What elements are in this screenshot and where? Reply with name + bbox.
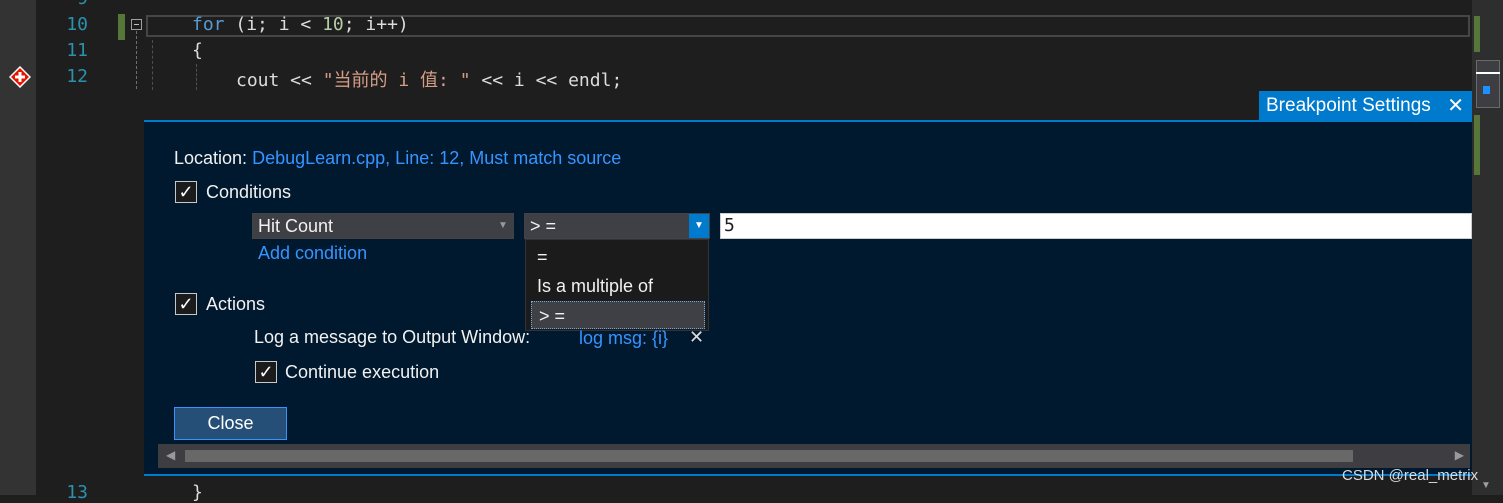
code-text: (i; i < xyxy=(224,14,323,35)
code-number: 10 xyxy=(322,14,344,35)
actions-checkbox[interactable]: ✓ xyxy=(175,293,197,315)
code-keyword: for xyxy=(192,14,225,35)
line-number: 11 xyxy=(66,40,88,61)
code-text: << i << endl; xyxy=(470,70,623,91)
line-number: 10 xyxy=(66,14,88,35)
line-number: 9 xyxy=(77,0,88,9)
scroll-down-icon[interactable]: ▼ xyxy=(1481,480,1491,491)
condition-type-select[interactable]: Hit Count ▼ xyxy=(252,213,514,239)
close-icon[interactable]: ✕ xyxy=(1447,91,1464,121)
add-condition-link[interactable]: Add condition xyxy=(258,243,367,264)
conditions-label: Conditions xyxy=(206,182,292,202)
condition-value-input[interactable]: 5 xyxy=(720,213,1472,239)
chevron-down-icon[interactable]: ▼ xyxy=(493,214,513,238)
condition-operator-value: > = xyxy=(530,216,557,236)
code-string: "当前的 i 值: " xyxy=(322,70,471,91)
chevron-down-icon[interactable]: ▼ xyxy=(689,214,709,238)
conditional-breakpoint-icon[interactable] xyxy=(9,66,31,88)
dropdown-option-multiple[interactable]: Is a multiple of xyxy=(526,272,708,300)
dropdown-option-equals[interactable]: = xyxy=(526,243,708,271)
horizontal-scrollbar-thumb[interactable] xyxy=(185,450,1353,462)
code-line-11[interactable]: { xyxy=(192,40,203,61)
line-number: 13 xyxy=(66,482,88,503)
continue-execution-label: Continue execution xyxy=(285,362,440,382)
breakpoint-settings-tab: Breakpoint Settings ✕ xyxy=(1259,91,1472,121)
code-line-10[interactable]: for (i; i < 10; i++) xyxy=(192,14,409,35)
indent-guide xyxy=(196,64,198,90)
code-line-12[interactable]: cout << "当前的 i 值: " << i << endl; xyxy=(236,66,622,92)
location-row: Location: DebugLearn.cpp, Line: 12, Must… xyxy=(174,148,621,169)
remove-action-icon[interactable]: ✕ xyxy=(689,327,704,348)
collapse-toggle-icon[interactable] xyxy=(131,19,142,30)
line-number: 12 xyxy=(66,66,88,87)
change-indicator xyxy=(118,14,125,40)
actions-label: Actions xyxy=(206,294,266,314)
glyph-margin[interactable] xyxy=(0,0,36,495)
watermark: CSDN @real_metrix xyxy=(1342,467,1479,484)
location-link[interactable]: DebugLearn.cpp, Line: 12, Must match sou… xyxy=(252,148,621,168)
peek-title: Breakpoint Settings xyxy=(1266,95,1431,116)
code-text: ; i++) xyxy=(343,14,409,35)
breakpoint-settings-panel xyxy=(144,120,1472,476)
continue-execution-checkbox[interactable]: ✓ xyxy=(255,361,277,383)
log-message-label: Log a message to Output Window: xyxy=(254,327,531,347)
condition-operator-select[interactable]: > = ▼ xyxy=(524,213,710,239)
indent-guide xyxy=(152,40,154,90)
scrollbar-position-line xyxy=(1476,72,1500,74)
conditions-checkbox[interactable]: ✓ xyxy=(175,181,197,203)
fold-guide xyxy=(136,31,138,89)
log-message-input[interactable]: log msg: {i} xyxy=(579,328,668,349)
scroll-right-icon[interactable]: ▶ xyxy=(1455,448,1464,462)
scrollbar-thumb[interactable] xyxy=(1476,60,1500,108)
code-text: cout << xyxy=(236,70,323,91)
change-marker xyxy=(1474,115,1480,175)
code-line-13[interactable]: } xyxy=(192,482,203,503)
location-label: Location: xyxy=(174,148,248,168)
horizontal-scrollbar[interactable]: ◀ ▶ xyxy=(158,444,1470,468)
scroll-left-icon[interactable]: ◀ xyxy=(166,448,175,462)
condition-type-value: Hit Count xyxy=(258,216,334,236)
vertical-scrollbar[interactable]: ▼ xyxy=(1472,0,1503,495)
operator-dropdown-list: = Is a multiple of > = xyxy=(525,239,709,331)
line-number-gutter: 9 10 11 12 13 xyxy=(36,0,118,503)
dropdown-option-gte[interactable]: > = xyxy=(531,301,705,329)
close-button[interactable]: Close xyxy=(174,407,287,440)
change-marker xyxy=(1474,16,1480,52)
caret-marker xyxy=(1483,86,1490,94)
